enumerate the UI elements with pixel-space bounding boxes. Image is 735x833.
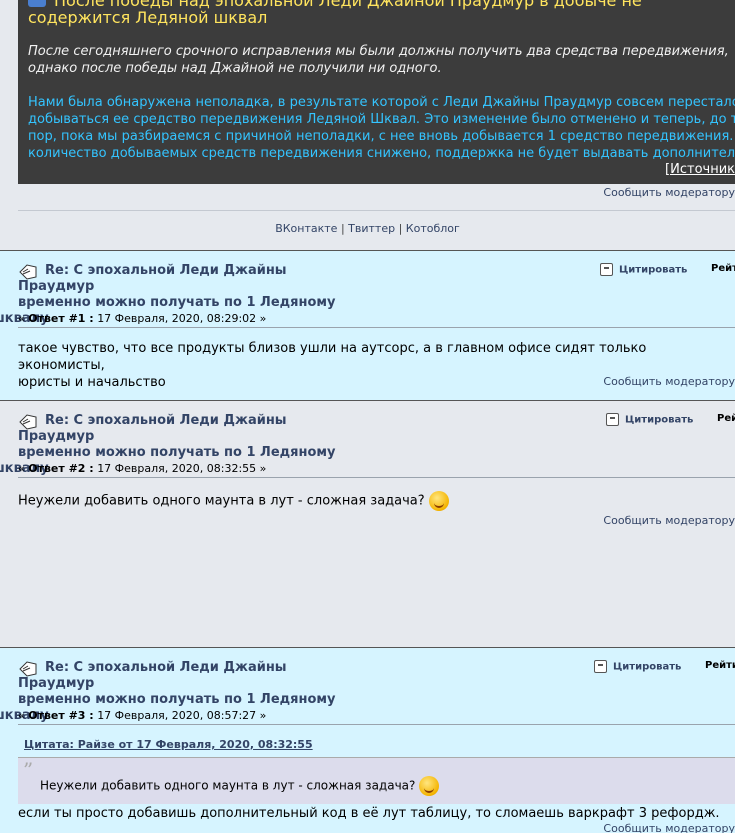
post-meta: « Ответ #2 : 17 Февраля, 2020, 08:32:55 …: [18, 462, 266, 475]
news-title-line2: содержится Ледяной шквал: [28, 8, 268, 27]
meta-suffix: »: [256, 312, 267, 325]
report-moderator-link[interactable]: Сообщить модератору: [603, 822, 735, 833]
quote-icon: [594, 660, 607, 673]
quote-box: ” Неужели добавить одного маунта в лут -…: [18, 757, 735, 804]
reply-number: Ответ #3 :: [28, 709, 94, 722]
meta-prefix: «: [18, 462, 29, 475]
quote-button[interactable]: Цитировать: [606, 413, 693, 426]
post-reply-3: Re: С эпохальной Леди Джайны Праудмур вр…: [0, 647, 735, 833]
news-body-line: количество добываемых средств передвижен…: [28, 146, 735, 161]
rating-label[interactable]: Рейтинг: [711, 263, 735, 274]
post-title-line: Re: С эпохальной Леди Джайны Праудмур: [18, 413, 287, 444]
post-text-line: если ты просто добавишь дополнительный к…: [18, 806, 720, 821]
reply-number: Ответ #2 :: [28, 462, 94, 475]
news-body-line: Нами была обнаружена неполадка, в резуль…: [28, 95, 735, 110]
vk-link[interactable]: ВКонтакте: [275, 222, 337, 235]
post-text: если ты просто добавишь дополнительный к…: [18, 805, 735, 822]
meta-suffix: »: [256, 709, 267, 722]
post-divider: [18, 477, 735, 478]
post-title-line: временно можно получать по 1 Ледяному: [18, 445, 336, 460]
post-text: Неужели добавить одного маунта в лут - с…: [18, 491, 735, 511]
quote-header-link[interactable]: Цитата: Райзе от 17 Февраля, 2020, 08:32…: [24, 738, 313, 751]
news-lead: После сегодняшнего срочного исправления …: [28, 43, 735, 77]
post-title-line: временно можно получать по 1 Ледяному: [18, 692, 336, 707]
divider: [18, 210, 735, 211]
post-text-line: Неужели добавить одного маунта в лут - с…: [18, 493, 425, 509]
twitter-link[interactable]: Твиттер: [348, 222, 395, 235]
post-meta: « Ответ #1 : 17 Февраля, 2020, 08:29:02 …: [18, 312, 266, 325]
post-text-line: юристы и начальство: [18, 375, 166, 390]
meta-prefix: «: [18, 312, 29, 325]
news-lead-line: После сегодняшнего срочного исправления …: [28, 44, 729, 59]
post-date: 17 Февраля, 2020, 08:57:27: [97, 709, 257, 722]
post-divider: [18, 724, 735, 725]
rating-label[interactable]: Рейтинг: [717, 413, 735, 424]
post-meta: « Ответ #3 : 17 Февраля, 2020, 08:57:27 …: [18, 709, 266, 722]
quote-text-line: Неужели добавить одного маунта в лут - с…: [40, 778, 416, 793]
report-moderator-link[interactable]: Сообщить модератору: [603, 514, 735, 527]
separator: |: [337, 222, 349, 235]
post-reply-1: Re: С эпохальной Леди Джайны Праудмур вр…: [0, 250, 735, 400]
quote-text: Неужели добавить одного маунта в лут - с…: [40, 776, 440, 796]
quote-label: Цитировать: [619, 264, 688, 276]
quote-mark-icon: ”: [23, 758, 34, 782]
blizzard-icon: [28, 0, 46, 7]
post-title-line: Re: С эпохальной Леди Джайны Праудмур: [18, 660, 287, 691]
report-moderator-link[interactable]: Сообщить модератору: [603, 375, 735, 388]
reply-number: Ответ #1 :: [28, 312, 94, 325]
rating-label[interactable]: Рейтинг: [705, 660, 735, 671]
smiley-icon: [419, 776, 440, 796]
quote-label: Цитировать: [613, 661, 682, 673]
smiley-icon: [428, 491, 449, 511]
post-text-line: такое чувство, что все продукты близов у…: [18, 341, 647, 373]
post-title-line: временно можно получать по 1 Ледяному: [18, 295, 336, 310]
news-quote-block: После победы над эпохальной Леди Джайной…: [18, 0, 735, 184]
news-title: После победы над эпохальной Леди Джайной…: [28, 0, 735, 26]
separator: |: [395, 222, 406, 235]
news-body: Нами была обнаружена неполадка, в резуль…: [28, 94, 735, 162]
blog-link[interactable]: Котоблог: [406, 222, 460, 235]
quote-icon: [600, 263, 613, 276]
meta-suffix: »: [256, 462, 267, 475]
post-date: 17 Февраля, 2020, 08:29:02: [97, 312, 257, 325]
quote-icon: [606, 413, 619, 426]
news-body-line: пор, пока мы разбираемся с причиной непо…: [28, 129, 735, 144]
source-link[interactable]: [Источник: [665, 162, 735, 177]
post-reply-2: Re: С эпохальной Леди Джайны Праудмур вр…: [0, 400, 735, 647]
news-body-line: добываться ее средство передвижения Ледя…: [28, 112, 735, 127]
social-links: ВКонтакте | Твиттер | Котоблог: [0, 222, 735, 235]
quote-label: Цитировать: [625, 414, 694, 426]
meta-prefix: «: [18, 709, 29, 722]
quote-button[interactable]: Цитировать: [600, 263, 687, 276]
news-lead-line: однако после победы над Джайной не получ…: [28, 61, 442, 76]
post-divider: [18, 327, 735, 328]
quote-button[interactable]: Цитировать: [594, 660, 681, 673]
report-moderator-link[interactable]: Сообщить модератору: [603, 186, 735, 199]
post-title-line: Re: С эпохальной Леди Джайны Праудмур: [18, 263, 287, 294]
post-date: 17 Февраля, 2020, 08:32:55: [97, 462, 257, 475]
